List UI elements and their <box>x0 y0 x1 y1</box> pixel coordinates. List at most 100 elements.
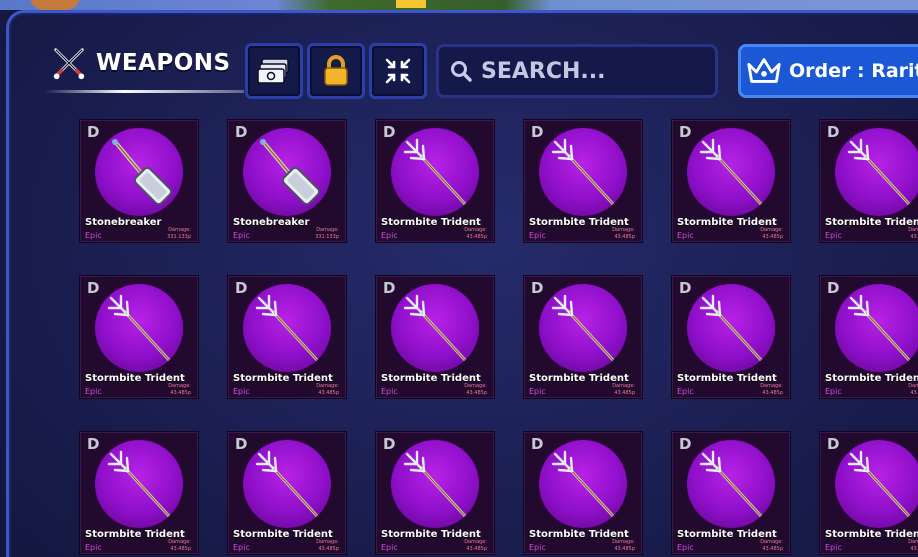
search-box[interactable] <box>436 44 718 98</box>
weapon-grade: D <box>679 279 692 297</box>
trident-icon <box>699 450 763 518</box>
trident-icon <box>847 294 911 362</box>
weapon-card[interactable]: D Stonebreaker Epic Damage: 331.133p <box>228 120 346 242</box>
game-world-strip <box>0 0 918 10</box>
weapon-card[interactable]: DStormbite TridentEpicDamage:43.485p <box>672 276 790 398</box>
title-underline <box>44 90 244 93</box>
weapon-card[interactable]: DStormbite TridentEpicDamage:43.485p <box>820 276 918 398</box>
weapon-orb <box>93 438 185 530</box>
cash-button[interactable] <box>245 43 303 99</box>
weapon-card[interactable]: DStormbite TridentEpicDamage:43.485p <box>820 120 918 242</box>
weapon-rarity: Epic <box>825 231 842 240</box>
weapon-card[interactable]: DStormbite TridentEpicDamage:43.485p <box>228 276 346 398</box>
trident-icon <box>551 450 615 518</box>
damage-value: 43.485p <box>614 390 635 396</box>
trident-icon <box>403 450 467 518</box>
weapon-orb <box>241 126 333 218</box>
damage-value: 43.485p <box>762 390 783 396</box>
weapon-damage: Damage:43.485p <box>760 227 783 241</box>
weapon-rarity: Epic <box>677 231 694 240</box>
damage-value: 43.485p <box>318 546 339 552</box>
weapon-card[interactable]: DStormbite TridentEpicDamage:43.485p <box>80 432 198 554</box>
damage-value: 331.133p <box>167 234 191 240</box>
weapon-card[interactable]: DStormbite TridentEpicDamage:43.485p <box>376 432 494 554</box>
trident-icon <box>847 450 911 518</box>
weapon-orb <box>685 438 777 530</box>
weapon-grade: D <box>87 123 100 141</box>
order-rarity-button[interactable]: Order : Rarit <box>738 44 918 98</box>
weapon-orb <box>833 282 918 374</box>
weapon-rarity: Epic <box>529 231 546 240</box>
search-input[interactable] <box>479 57 703 85</box>
weapon-damage: Damage: 331.133p <box>167 227 191 241</box>
weapon-card[interactable]: DStormbite TridentEpicDamage:43.485p <box>524 432 642 554</box>
collapse-arrows-icon <box>385 58 411 84</box>
weapon-card[interactable]: DStormbite TridentEpicDamage:43.485p <box>228 432 346 554</box>
trident-icon <box>255 450 319 518</box>
weapon-grade: D <box>679 435 692 453</box>
weapon-rarity: Epic <box>381 387 398 396</box>
damage-label: Damage: <box>168 227 191 233</box>
weapon-damage: Damage:43.485p <box>464 227 487 241</box>
weapon-card[interactable]: DStormbite TridentEpicDamage:43.485p <box>672 432 790 554</box>
weapon-damage: Damage:43.485p <box>612 383 635 397</box>
weapon-rarity: Epic <box>381 231 398 240</box>
weapon-card[interactable]: DStormbite TridentEpicDamage:43.485p <box>80 276 198 398</box>
weapon-grade: D <box>827 123 840 141</box>
damage-value: 43.485p <box>318 390 339 396</box>
trident-icon <box>847 138 911 206</box>
weapon-grade: D <box>531 279 544 297</box>
page-title: WEAPONS <box>96 50 231 76</box>
inventory-screen: WEAPONS SEARCH... Order: Rarit D Stoneb… <box>0 0 918 557</box>
damage-label: Damage: <box>316 383 339 389</box>
weapon-orb <box>537 438 629 530</box>
trident-icon <box>551 294 615 362</box>
lock-button[interactable] <box>307 43 365 99</box>
damage-label: Damage: <box>612 383 635 389</box>
weapon-orb <box>93 282 185 374</box>
weapon-damage: Damage:43.485p <box>316 383 339 397</box>
damage-label: Damage: <box>464 383 487 389</box>
weapon-card[interactable]: DStormbite TridentEpicDamage:43.485p <box>672 120 790 242</box>
weapon-rarity: Epic <box>529 387 546 396</box>
weapon-grade: D <box>235 123 248 141</box>
weapon-grade: D <box>235 435 248 453</box>
damage-label: Damage: <box>464 539 487 545</box>
weapon-card[interactable]: DStormbite TridentEpicDamage:43.485p <box>524 120 642 242</box>
weapon-damage: Damage: 331.133p <box>315 227 339 241</box>
weapons-title: WEAPONS <box>50 44 231 82</box>
damage-value: 43.485p <box>466 234 487 240</box>
collapse-button[interactable] <box>369 43 427 99</box>
damage-label: Damage: <box>760 227 783 233</box>
damage-label: Damage: <box>908 227 918 233</box>
trident-icon <box>699 138 763 206</box>
weapon-damage: Damage:43.485p <box>908 539 918 553</box>
damage-label: Damage: <box>316 227 339 233</box>
weapon-orb <box>389 438 481 530</box>
weapon-grade: D <box>383 123 396 141</box>
damage-label: Damage: <box>612 539 635 545</box>
weapon-rarity: Epic <box>233 387 250 396</box>
weapon-orb <box>537 126 629 218</box>
trident-icon <box>403 138 467 206</box>
weapon-card[interactable]: D Stonebreaker Epic Damage: 331.133p <box>80 120 198 242</box>
weapon-orb <box>833 126 918 218</box>
damage-label: Damage: <box>760 383 783 389</box>
weapon-rarity: Epic <box>825 387 842 396</box>
weapon-orb <box>537 282 629 374</box>
weapon-rarity: Epic <box>233 543 250 552</box>
weapon-damage: Damage:43.485p <box>464 383 487 397</box>
weapon-card[interactable]: DStormbite TridentEpicDamage:43.485p <box>376 120 494 242</box>
damage-value: 43.485p <box>910 546 918 552</box>
weapon-name: Stormbite Trident <box>825 529 918 540</box>
weapon-rarity: Epic <box>85 543 102 552</box>
weapon-name: Stormbite Trident <box>825 373 918 384</box>
weapon-card[interactable]: DStormbite TridentEpicDamage:43.485p <box>820 432 918 554</box>
weapon-grade: D <box>679 123 692 141</box>
weapon-damage: Damage:43.485p <box>612 539 635 553</box>
weapon-grade: D <box>383 435 396 453</box>
damage-value: 43.485p <box>910 234 918 240</box>
weapon-card[interactable]: DStormbite TridentEpicDamage:43.485p <box>524 276 642 398</box>
weapon-card[interactable]: DStormbite TridentEpicDamage:43.485p <box>376 276 494 398</box>
damage-label: Damage: <box>612 227 635 233</box>
